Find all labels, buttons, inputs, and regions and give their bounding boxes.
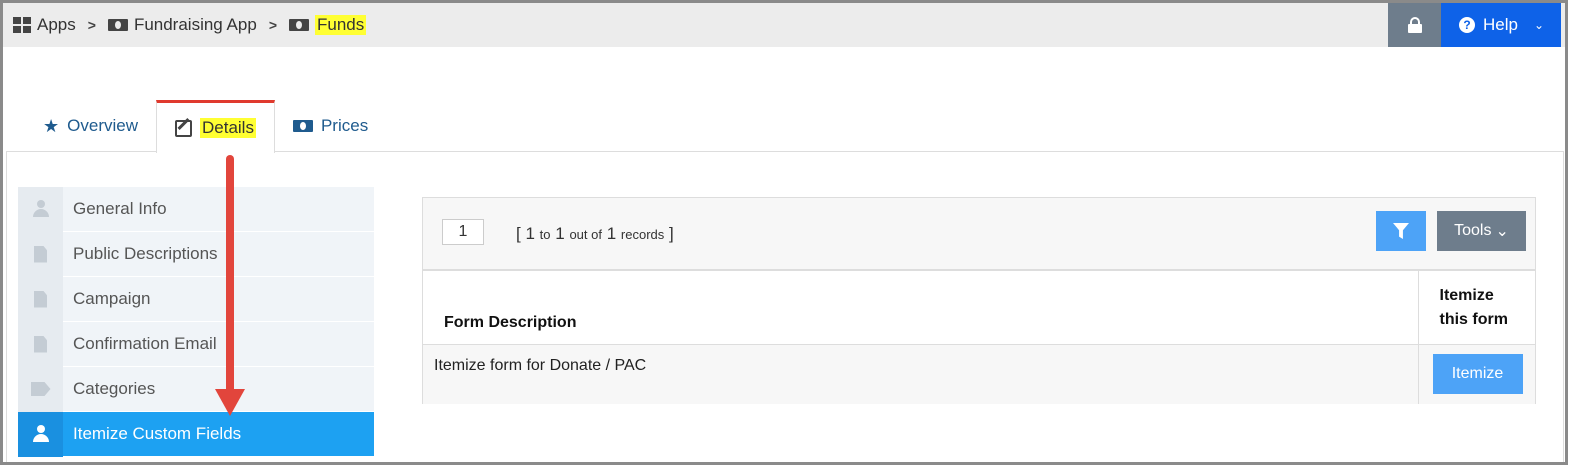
tab-details-label: Details — [200, 118, 256, 138]
document-icon — [34, 290, 47, 308]
breadcrumb-apps-label: Apps — [37, 15, 76, 34]
forms-table: Form Description Itemize this form Itemi… — [423, 271, 1535, 404]
form-description-cell: Itemize form for Donate / PAC — [423, 344, 1418, 404]
table-header-row: Form Description Itemize this form — [423, 271, 1535, 345]
sidebar-item-label: Campaign — [73, 289, 151, 308]
details-sidebar: General Info Public Descriptions Campaig… — [18, 186, 374, 457]
breadcrumb-separator: > — [87, 17, 96, 33]
tab-details[interactable]: Details — [156, 100, 275, 153]
help-label: Help — [1483, 15, 1518, 34]
column-header-form-description[interactable]: Form Description — [423, 271, 1418, 345]
annotation-arrow-shaft — [226, 155, 234, 393]
sidebar-item-label: Confirmation Email — [73, 334, 217, 353]
money-icon — [289, 19, 309, 31]
breadcrumb-fundraising-app[interactable]: Fundraising App — [107, 15, 257, 35]
sidebar-item-confirmation-email[interactable]: Confirmation Email — [18, 321, 374, 367]
user-icon — [32, 200, 49, 218]
chevron-down-icon: ⌄ — [1495, 223, 1509, 240]
panel-toolbar: 1 [ 1 to 1 out of 1 records ] Tools ⌄ — [423, 198, 1535, 271]
chevron-down-icon: ⌄ — [1533, 18, 1545, 32]
tags-icon — [30, 382, 51, 396]
tools-label: Tools — [1454, 222, 1492, 239]
lock-button[interactable] — [1388, 3, 1441, 47]
breadcrumb-funds[interactable]: Funds — [289, 15, 367, 35]
table-row: Itemize form for Donate / PAC Itemize — [423, 344, 1535, 404]
breadcrumb-fundraising-label: Fundraising App — [133, 15, 257, 34]
sidebar-item-itemize-custom-fields[interactable]: Itemize Custom Fields — [18, 411, 374, 457]
tab-prices-label: Prices — [320, 116, 369, 135]
tab-bar: ★ Overview Details Prices — [25, 100, 386, 153]
itemize-cell: Itemize — [1417, 344, 1535, 404]
sidebar-item-public-descriptions[interactable]: Public Descriptions — [18, 231, 374, 277]
filter-button[interactable] — [1376, 211, 1426, 251]
star-icon: ★ — [43, 115, 60, 136]
lock-icon — [1407, 17, 1422, 33]
money-icon — [107, 19, 128, 31]
page-number-input[interactable]: 1 — [442, 219, 484, 245]
breadcrumb: Apps > Fundraising App > Funds — [13, 3, 367, 47]
sidebar-item-label: General Info — [73, 199, 167, 218]
app-window: Apps > Fundraising App > Funds ? Help ⌄ … — [0, 0, 1568, 465]
money-icon — [292, 120, 313, 132]
breadcrumb-separator: > — [268, 17, 277, 33]
breadcrumb-funds-label: Funds — [315, 15, 367, 35]
document-icon — [34, 245, 47, 263]
edit-icon — [175, 119, 192, 137]
itemize-button[interactable]: Itemize — [1432, 353, 1523, 394]
column-header-itemize[interactable]: Itemize this form — [1417, 271, 1535, 345]
document-icon — [34, 335, 47, 353]
tab-prices[interactable]: Prices — [275, 100, 386, 152]
tab-overview-label: Overview — [67, 116, 138, 135]
tab-overview[interactable]: ★ Overview — [25, 100, 156, 152]
records-summary: [ 1 to 1 out of 1 records ] — [516, 224, 674, 243]
sidebar-item-label: Public Descriptions — [73, 244, 218, 263]
question-icon: ? — [1459, 17, 1475, 33]
annotation-arrow-head — [215, 389, 245, 416]
help-button[interactable]: ? Help ⌄ — [1441, 3, 1561, 47]
sidebar-item-categories[interactable]: Categories — [18, 366, 374, 412]
sidebar-item-label: Itemize Custom Fields — [73, 424, 242, 443]
filter-icon — [1393, 223, 1409, 239]
sidebar-item-label: Categories — [73, 379, 156, 398]
top-bar: Apps > Fundraising App > Funds ? Help ⌄ — [3, 3, 1565, 47]
tools-button[interactable]: Tools ⌄ — [1437, 211, 1526, 251]
grid-icon — [13, 17, 31, 33]
breadcrumb-apps[interactable]: Apps — [13, 15, 76, 35]
user-icon — [32, 425, 49, 443]
itemize-panel: 1 [ 1 to 1 out of 1 records ] Tools ⌄ Fo… — [422, 197, 1536, 404]
sidebar-item-general-info[interactable]: General Info — [18, 186, 374, 232]
sidebar-item-campaign[interactable]: Campaign — [18, 276, 374, 322]
